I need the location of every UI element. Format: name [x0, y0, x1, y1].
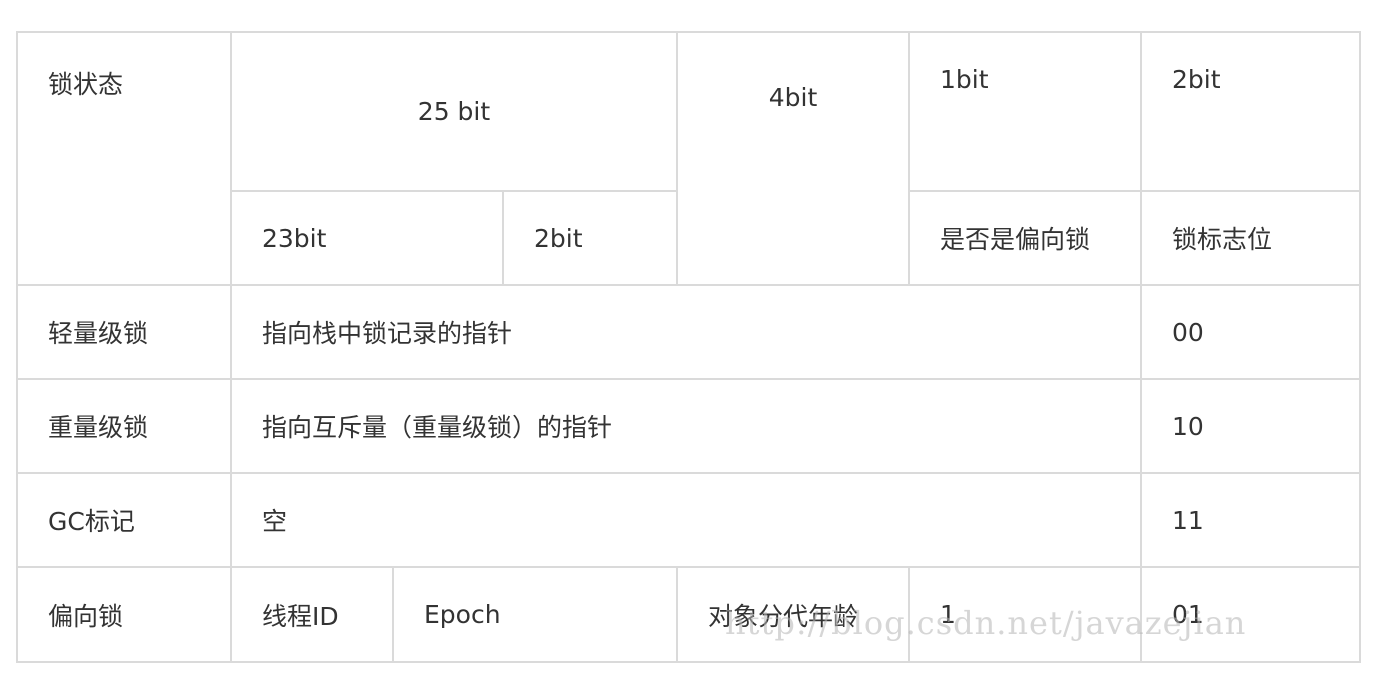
- biased-age: 对象分代年龄: [676, 566, 910, 663]
- biased-flag: 01: [1140, 566, 1361, 663]
- row-content: 空: [230, 472, 1142, 568]
- header-2-bit: 2bit: [1140, 31, 1361, 192]
- header-25-bit: 25 bit: [230, 31, 678, 192]
- biased-state: 偏向锁: [16, 566, 232, 663]
- table-row: GC标记 空 11: [16, 472, 1361, 568]
- table-row: 轻量级锁 指向栈中锁记录的指针 00: [16, 284, 1361, 380]
- row-content: 指向栈中锁记录的指针: [230, 284, 1142, 380]
- row-flag: 11: [1140, 472, 1361, 568]
- biased-thread-id: 线程ID: [230, 566, 394, 663]
- header-2-bit-sub: 2bit: [502, 190, 678, 286]
- header-row-bits: 锁状态 25 bit 4bit 1bit 2bit: [16, 31, 1361, 286]
- row-state: 轻量级锁: [16, 284, 232, 380]
- row-state: 重量级锁: [16, 378, 232, 474]
- biased-bit: 1: [908, 566, 1142, 663]
- header-lock-flag: 锁标志位: [1140, 190, 1361, 286]
- header-lock-state: 锁状态: [16, 31, 232, 286]
- table-row-biased: 偏向锁 线程ID Epoch 对象分代年龄 1 01: [16, 566, 1361, 663]
- row-content: 指向互斥量（重量级锁）的指针: [230, 378, 1142, 474]
- row-state: GC标记: [16, 472, 232, 568]
- biased-epoch: Epoch: [392, 566, 678, 663]
- header-is-biased: 是否是偏向锁: [908, 190, 1142, 286]
- row-flag: 00: [1140, 284, 1361, 380]
- header-23-bit: 23bit: [230, 190, 504, 286]
- header-4-bit: 4bit: [676, 31, 910, 286]
- mark-word-table: 锁状态 25 bit 4bit 1bit 2bit 23bit 2bit 是否是…: [16, 31, 1361, 663]
- header-1-bit: 1bit: [908, 31, 1142, 192]
- table-row: 重量级锁 指向互斥量（重量级锁）的指针 10: [16, 378, 1361, 474]
- mark-word-table-frame: 锁状态 25 bit 4bit 1bit 2bit 23bit 2bit 是否是…: [16, 31, 1361, 663]
- row-flag: 10: [1140, 378, 1361, 474]
